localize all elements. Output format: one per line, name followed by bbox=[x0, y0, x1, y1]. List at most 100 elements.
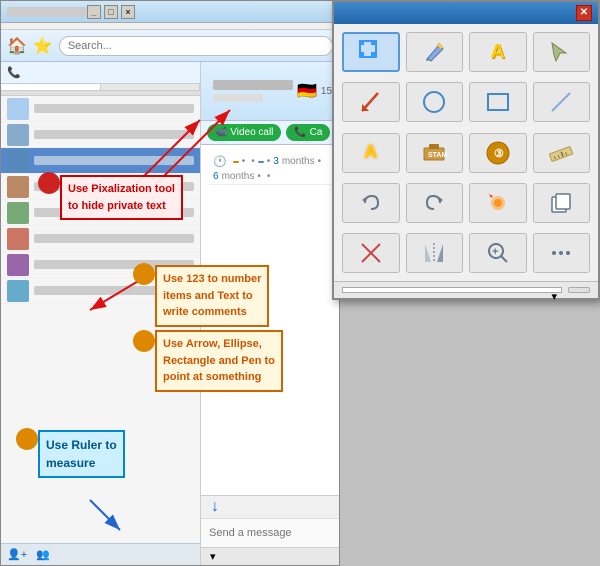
pencil-tool-btn[interactable] bbox=[406, 32, 464, 72]
minimize-btn[interactable]: _ bbox=[87, 5, 101, 19]
stamp-tool-btn[interactable]: STAMP bbox=[406, 133, 464, 173]
redo-tool-btn[interactable] bbox=[406, 183, 464, 223]
numbered-tool-btn[interactable]: ③ bbox=[469, 133, 527, 173]
flag-icon: 🇩🇪 bbox=[297, 81, 317, 101]
highlight-tool-btn[interactable]: A bbox=[342, 133, 400, 173]
number-circle-1 bbox=[38, 172, 60, 194]
menu-bar bbox=[1, 23, 339, 30]
skype-titlebar: _ □ × bbox=[1, 1, 339, 23]
line-tool-btn[interactable] bbox=[533, 82, 591, 122]
menu-contacts[interactable] bbox=[17, 25, 21, 27]
svg-text:STAMP: STAMP bbox=[428, 152, 447, 159]
share-dropdown[interactable]: ▾ bbox=[342, 287, 562, 293]
copy-tool-btn[interactable] bbox=[533, 183, 591, 223]
menu-call[interactable] bbox=[41, 25, 45, 27]
list-item[interactable] bbox=[1, 226, 200, 252]
text-icon: A bbox=[491, 41, 505, 64]
number-circle-3 bbox=[133, 330, 155, 352]
add-icon: 👤+ bbox=[7, 548, 27, 561]
skype-toolbar: 🏠 ⭐ bbox=[1, 30, 339, 62]
pencil-icon bbox=[421, 39, 447, 65]
search-input[interactable] bbox=[59, 36, 333, 56]
jet-titlebar: ✕ bbox=[334, 2, 598, 24]
flip-tool-btn[interactable] bbox=[406, 233, 464, 273]
filter-3months[interactable]: 3 bbox=[273, 156, 279, 167]
all-dropdown-arrow[interactable]: ▾ bbox=[210, 550, 216, 563]
annotation-tip-2: Use 123 to numberitems and Text towrite … bbox=[155, 265, 269, 327]
arrow-icon bbox=[358, 89, 384, 115]
bottom-bar: 👤+ 👥 bbox=[1, 543, 200, 565]
list-item[interactable] bbox=[1, 148, 200, 174]
avatar bbox=[7, 176, 29, 198]
delete-icon bbox=[358, 240, 384, 266]
all-bar: ▾ bbox=[201, 547, 339, 565]
delete-tool-btn[interactable] bbox=[342, 233, 400, 273]
svg-text:+: + bbox=[492, 246, 498, 258]
jet-tools-grid: A bbox=[334, 24, 598, 281]
rectangle-tool-btn[interactable] bbox=[469, 82, 527, 122]
menu-help[interactable] bbox=[77, 25, 81, 27]
add-via-skype[interactable]: 👥 bbox=[36, 548, 54, 561]
annotation-tip-3: Use Arrow, Ellipse,Rectangle and Pen top… bbox=[155, 330, 283, 392]
call-button[interactable]: 📞 Ca bbox=[286, 124, 330, 141]
tab-recent[interactable] bbox=[101, 84, 201, 90]
ruler-icon bbox=[548, 140, 574, 166]
video-call-button[interactable]: 📹 Video call bbox=[207, 124, 281, 141]
ellipse-tool-btn[interactable] bbox=[406, 82, 464, 122]
action-buttons-row: 📹 Video call 📞 Ca bbox=[201, 121, 339, 145]
tab-contacts[interactable] bbox=[1, 84, 101, 90]
more-tool-btn[interactable] bbox=[533, 233, 591, 273]
avatar bbox=[7, 280, 29, 302]
add-skype-icon: 👥 bbox=[36, 548, 50, 561]
menu-conversation[interactable] bbox=[29, 25, 33, 27]
list-item[interactable] bbox=[1, 96, 200, 122]
text-tool-btn[interactable]: A bbox=[469, 32, 527, 72]
maximize-btn[interactable]: □ bbox=[104, 5, 118, 19]
numbered-icon: ③ bbox=[485, 140, 511, 166]
filter-yesterday[interactable] bbox=[233, 161, 239, 163]
message-filter: 🕐 • • • 3 months • 6 months • • bbox=[209, 153, 331, 185]
menu-view[interactable] bbox=[53, 25, 57, 27]
dropdown-arrow-icon: ▾ bbox=[551, 290, 557, 303]
selection-icon bbox=[358, 39, 384, 65]
highlight-icon: A bbox=[364, 142, 377, 163]
avatar bbox=[7, 254, 29, 276]
zoom-icon: + bbox=[485, 240, 511, 266]
flip-icon bbox=[421, 240, 447, 266]
chat-input-area: 🙂 bbox=[201, 518, 339, 547]
jet-screenshot-dialog: ✕ A bbox=[332, 0, 600, 300]
call-phones-row[interactable]: 📞 bbox=[1, 62, 200, 84]
cancel-button[interactable] bbox=[568, 287, 590, 293]
annotation-tip-1: Use Pixalization toolto hide private tex… bbox=[60, 175, 183, 220]
home-icon[interactable]: 🏠 bbox=[7, 36, 27, 56]
menu-skype[interactable] bbox=[5, 25, 9, 27]
close-btn[interactable]: × bbox=[121, 5, 135, 19]
menu-tools[interactable] bbox=[65, 25, 69, 27]
pointer-icon bbox=[548, 39, 574, 65]
pointer-tool-btn[interactable] bbox=[533, 32, 591, 72]
tabs-row bbox=[1, 84, 200, 91]
months-label-1: months bbox=[282, 156, 315, 167]
rectangle-icon bbox=[485, 89, 511, 115]
list-item[interactable] bbox=[1, 122, 200, 148]
contact-name bbox=[34, 234, 194, 243]
ruler-tool-btn[interactable] bbox=[533, 133, 591, 173]
filter-6months[interactable]: 6 bbox=[213, 171, 219, 182]
add-contact-button[interactable]: 👤+ bbox=[7, 548, 30, 561]
ellipse-icon bbox=[421, 89, 447, 115]
zoom-tool-btn[interactable]: + bbox=[469, 233, 527, 273]
jet-close-button[interactable]: ✕ bbox=[576, 5, 592, 21]
blur-tool-btn[interactable] bbox=[469, 183, 527, 223]
title-buttons: _ □ × bbox=[87, 5, 135, 19]
undo-tool-btn[interactable] bbox=[342, 183, 400, 223]
chat-status-bar bbox=[213, 94, 263, 102]
message-input[interactable] bbox=[209, 527, 339, 539]
avatar bbox=[7, 150, 29, 172]
selection-tool-btn[interactable] bbox=[342, 32, 400, 72]
favorites-icon[interactable]: ⭐ bbox=[33, 36, 53, 56]
filter-30days[interactable] bbox=[258, 161, 264, 163]
phone-icon: 📞 bbox=[7, 66, 21, 79]
arrow-tool-btn[interactable] bbox=[342, 82, 400, 122]
blur-icon bbox=[485, 190, 511, 216]
redo-icon bbox=[421, 190, 447, 216]
